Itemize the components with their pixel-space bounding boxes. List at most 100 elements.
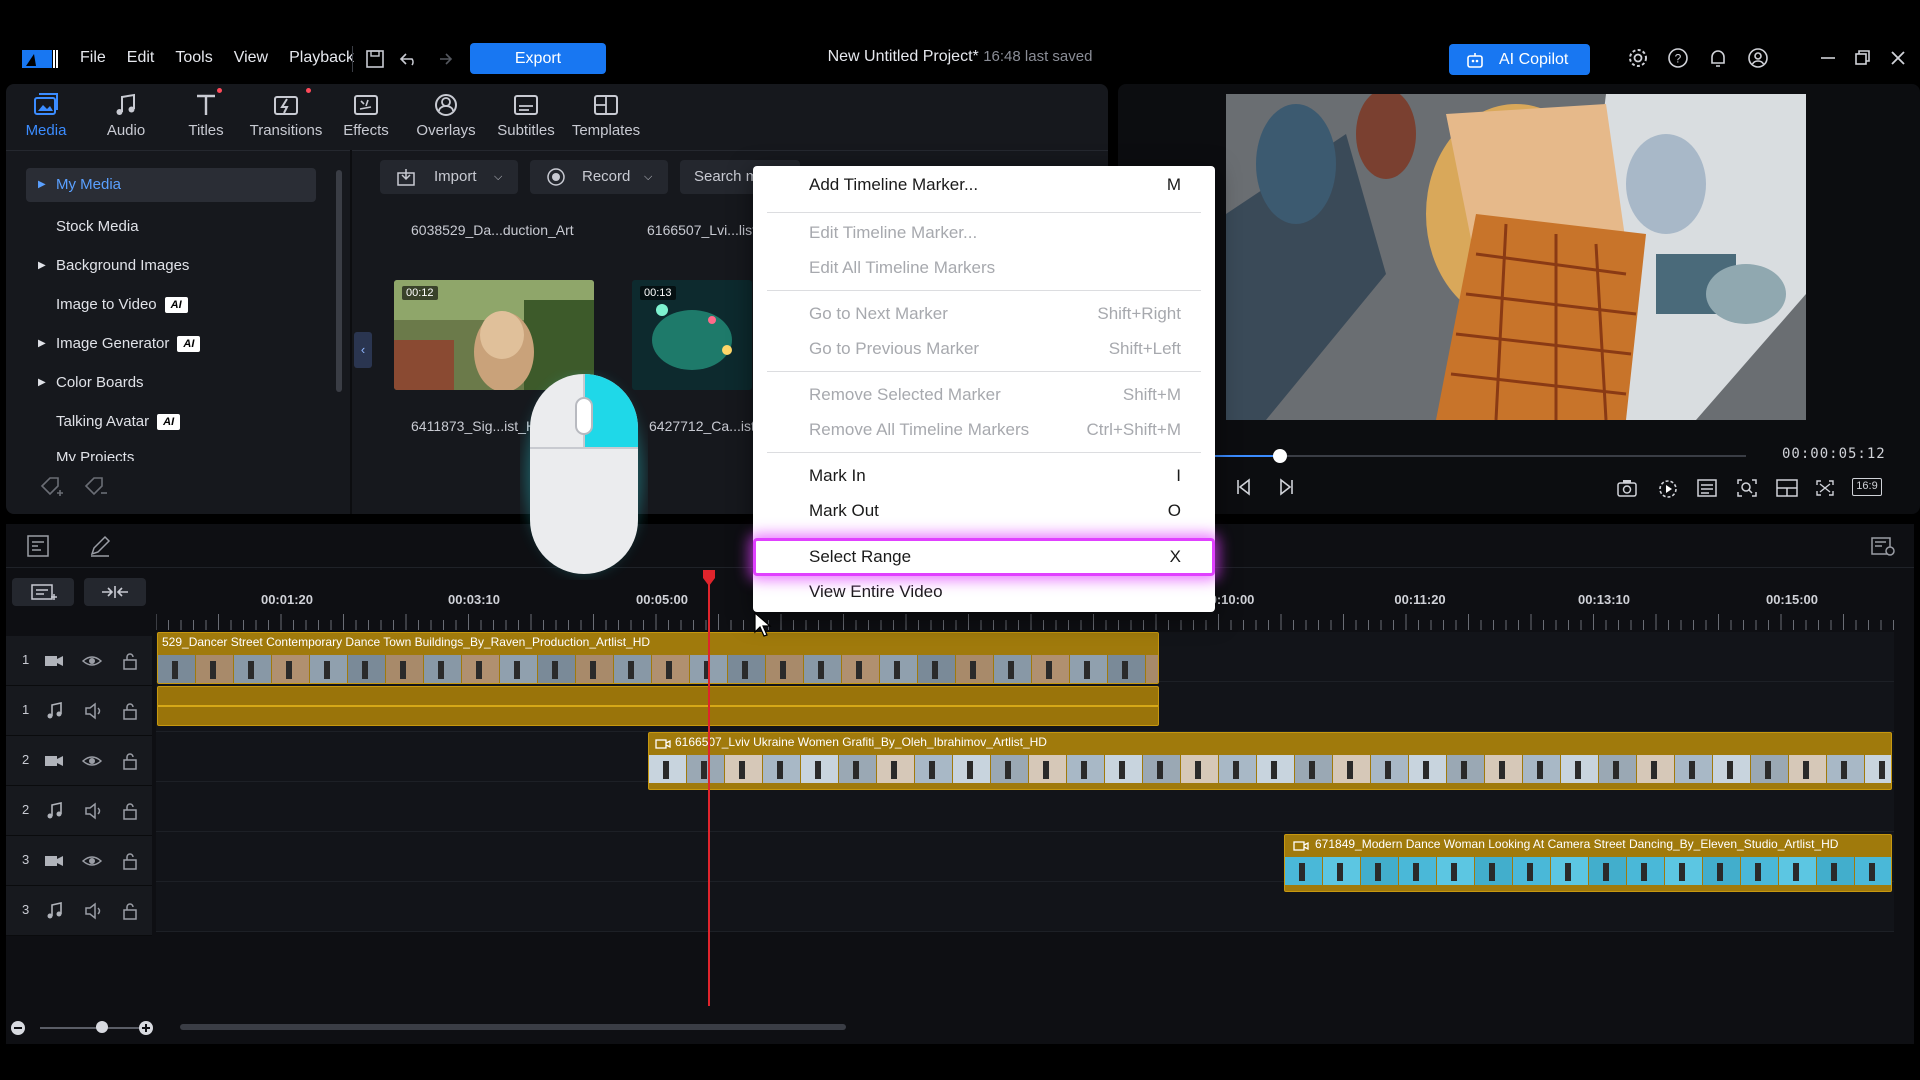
previous-frame-icon[interactable] xyxy=(1234,476,1256,498)
tab-overlays[interactable]: Overlays xyxy=(406,84,486,148)
menu-shortcut: Shift+M xyxy=(1122,385,1181,404)
edit-pen-icon[interactable] xyxy=(88,534,112,558)
media-thumbnail[interactable]: 00:13 xyxy=(632,280,752,390)
tab-label: Transitions xyxy=(249,122,323,139)
clip-frame-figure xyxy=(1727,761,1733,779)
minimize-icon[interactable] xyxy=(1816,46,1840,70)
timeline-scrollbar[interactable] xyxy=(180,1024,846,1030)
menu-item-label: View Entire Video xyxy=(809,582,943,601)
gear-icon[interactable] xyxy=(1626,46,1650,70)
zoom-slider-track[interactable] xyxy=(40,1027,140,1029)
clip-frame-figure xyxy=(1565,863,1571,881)
speaker-icon[interactable] xyxy=(84,902,104,920)
tab-transitions[interactable]: Transitions xyxy=(246,84,326,148)
tab-audio[interactable]: Audio xyxy=(86,84,166,148)
menu-shortcut: Ctrl+Shift+M xyxy=(1086,420,1181,439)
tab-label: Titles xyxy=(188,122,224,139)
ai-copilot-button[interactable]: AI Copilot xyxy=(1449,44,1590,75)
lock-icon[interactable] xyxy=(122,702,138,720)
tab-effects[interactable]: Effects xyxy=(326,84,406,148)
record-button[interactable]: Record ⌵ xyxy=(530,160,668,194)
zoom-slider-handle[interactable] xyxy=(96,1021,108,1033)
clip-frame-figure xyxy=(248,661,254,679)
add-track-button[interactable] xyxy=(12,578,74,606)
zoom-in-icon[interactable] xyxy=(138,1020,154,1036)
tree-label: Image Generator xyxy=(56,335,170,352)
menu-item-add-timeline-marker[interactable]: Add Timeline Marker... M xyxy=(809,170,1181,200)
timeline-mode-icon[interactable] xyxy=(26,534,50,558)
account-icon[interactable] xyxy=(1746,46,1770,70)
speaker-icon[interactable] xyxy=(84,702,104,720)
timeline-clip-video[interactable]: 529_Dancer Street Contemporary Dance Tow… xyxy=(157,632,1159,684)
tree-item-color-boards[interactable]: ▶ Color Boards xyxy=(26,363,316,402)
eye-icon[interactable] xyxy=(82,852,102,870)
tab-templates[interactable]: Templates xyxy=(566,84,646,148)
tree-item-image-generator[interactable]: ▶ Image Generator AI xyxy=(26,324,316,363)
tree-item-my-projects[interactable]: My Projects xyxy=(26,441,316,461)
menu-item-remove-selected-marker[interactable]: Remove Selected Marker Shift+M xyxy=(809,380,1181,410)
layout-icon[interactable] xyxy=(1775,478,1799,498)
eye-icon[interactable] xyxy=(82,752,102,770)
timeline-settings-icon[interactable] xyxy=(1870,534,1896,558)
menu-shortcut: I xyxy=(1176,466,1181,485)
clip-title: 671849_Modern Dance Woman Looking At Cam… xyxy=(1315,837,1839,851)
menu-item-view-entire-video[interactable]: View Entire Video xyxy=(809,577,1181,607)
remove-tag-icon[interactable] xyxy=(82,474,110,498)
collapse-panel-button[interactable]: ‹ xyxy=(354,332,372,368)
tab-subtitles[interactable]: Subtitles xyxy=(486,84,566,148)
next-frame-icon[interactable] xyxy=(1274,476,1296,498)
eye-icon[interactable] xyxy=(82,652,102,670)
add-tag-icon[interactable] xyxy=(38,474,66,498)
lock-icon[interactable] xyxy=(122,652,138,670)
menu-item-edit-all-timeline-markers[interactable]: Edit All Timeline Markers xyxy=(809,253,1181,283)
help-icon[interactable]: ? xyxy=(1666,46,1690,70)
tree-item-image-to-video[interactable]: Image to Video AI xyxy=(26,285,316,324)
lock-icon[interactable] xyxy=(122,902,138,920)
import-button[interactable]: Import ⌵ xyxy=(380,160,518,194)
lock-icon[interactable] xyxy=(122,802,138,820)
menu-item-mark-in[interactable]: Mark In I xyxy=(809,461,1181,491)
fit-timeline-button[interactable] xyxy=(84,578,146,606)
zoom-icon[interactable] xyxy=(1736,478,1758,498)
tree-item-stock-media[interactable]: Stock Media xyxy=(26,207,316,246)
fullscreen-icon[interactable] xyxy=(1814,478,1836,498)
lock-icon[interactable] xyxy=(122,752,138,770)
clip-frame-figure xyxy=(1122,661,1128,679)
preview-scrubber-handle[interactable] xyxy=(1273,449,1287,463)
tab-media[interactable]: Media xyxy=(6,84,86,148)
ai-copilot-label: AI Copilot xyxy=(1499,51,1569,68)
tree-item-background-images[interactable]: ▶ Background Images xyxy=(26,246,316,285)
panel-splitter[interactable] xyxy=(350,150,352,514)
render-preview-icon[interactable] xyxy=(1656,478,1680,500)
zoom-out-icon[interactable] xyxy=(10,1020,26,1036)
menu-item-remove-all-timeline-markers[interactable]: Remove All Timeline Markers Ctrl+Shift+M xyxy=(809,415,1181,445)
speaker-icon[interactable] xyxy=(84,802,104,820)
tree-item-my-media[interactable]: ▶ My Media xyxy=(26,168,316,202)
preview-scrubber-track[interactable] xyxy=(1214,455,1746,457)
bell-icon[interactable] xyxy=(1706,46,1730,70)
tree-scrollbar[interactable] xyxy=(336,170,342,392)
clip-frame-figure xyxy=(666,661,672,679)
lock-icon[interactable] xyxy=(122,852,138,870)
playhead-handle[interactable] xyxy=(701,570,717,588)
clip-frame-figure xyxy=(970,661,976,679)
menu-item-label: Mark In xyxy=(809,466,866,485)
restore-icon[interactable] xyxy=(1850,46,1874,70)
tab-titles[interactable]: Titles xyxy=(166,84,246,148)
clip-frame-figure xyxy=(932,661,938,679)
safe-zone-icon[interactable] xyxy=(1696,478,1718,498)
menu-item-mark-out[interactable]: Mark Out O xyxy=(809,496,1181,526)
timeline-clip-video[interactable]: 6166507_Lviv Ukraine Women Grafiti_By_Ol… xyxy=(648,732,1892,790)
snapshot-camera-icon[interactable] xyxy=(1616,478,1638,498)
menu-item-go-to-next-marker[interactable]: Go to Next Marker Shift+Right xyxy=(809,299,1181,329)
timeline-clip-audio[interactable] xyxy=(157,686,1159,726)
timeline-clip-video[interactable]: 671849_Modern Dance Woman Looking At Cam… xyxy=(1284,834,1892,892)
media-name: 6166507_Lvi...list xyxy=(647,222,756,238)
close-icon[interactable] xyxy=(1886,46,1910,70)
clip-frame-figure xyxy=(1803,761,1809,779)
tree-item-talking-avatar[interactable]: Talking Avatar AI xyxy=(26,402,316,441)
ruler-label: 0:10:00 xyxy=(1209,592,1255,607)
menu-item-edit-timeline-marker[interactable]: Edit Timeline Marker... xyxy=(809,218,1181,248)
menu-item-go-to-previous-marker[interactable]: Go to Previous Marker Shift+Left xyxy=(809,334,1181,364)
aspect-ratio-button[interactable]: 16:9 xyxy=(1852,478,1882,496)
